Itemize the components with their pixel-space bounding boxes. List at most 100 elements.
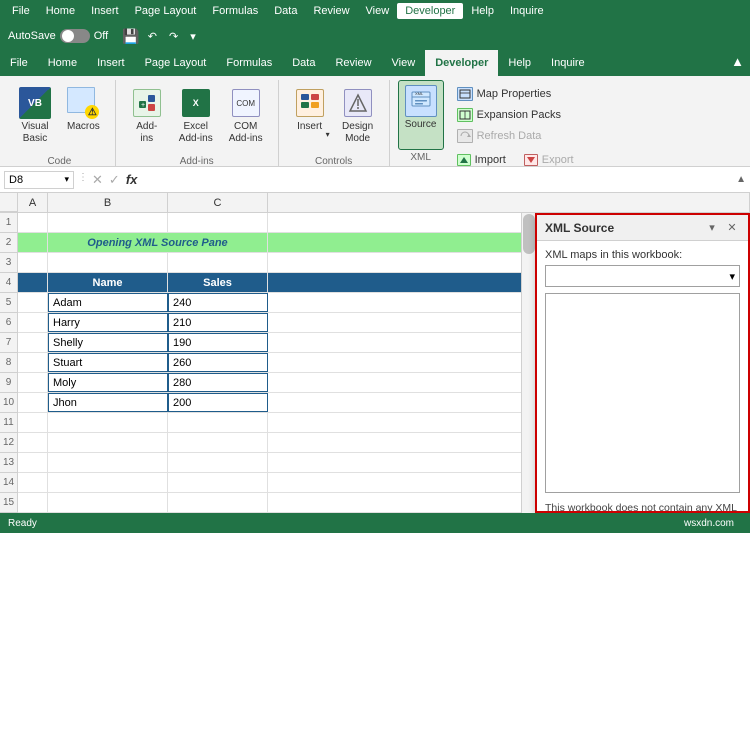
- customize-qat[interactable]: ▾: [186, 28, 200, 45]
- cell-b5[interactable]: Adam: [48, 293, 168, 312]
- design-mode-button[interactable]: DesignMode: [335, 82, 381, 154]
- cell-a9[interactable]: [18, 373, 48, 392]
- cell-c3[interactable]: [168, 253, 268, 272]
- menu-help[interactable]: Help: [463, 3, 502, 19]
- source-button[interactable]: XML Source: [398, 80, 444, 150]
- autosave-toggle[interactable]: AutoSave Off: [8, 29, 108, 43]
- cell-a1[interactable]: [18, 213, 48, 232]
- cell-b2[interactable]: Opening XML Source Pane: [48, 233, 268, 252]
- menu-data[interactable]: Data: [266, 3, 305, 19]
- cell-a8[interactable]: [18, 353, 48, 372]
- row-num-10[interactable]: 10: [0, 393, 17, 413]
- row-num-12[interactable]: 12: [0, 433, 17, 453]
- cell-b10[interactable]: Jhon: [48, 393, 168, 412]
- refresh-data-button[interactable]: Refresh Data: [450, 126, 581, 146]
- formula-input[interactable]: [145, 172, 732, 188]
- row-num-14[interactable]: 14: [0, 473, 17, 493]
- cell-a10[interactable]: [18, 393, 48, 412]
- menu-insert[interactable]: Insert: [83, 3, 127, 19]
- name-box[interactable]: D8 ▾: [4, 171, 74, 189]
- tab-formulas[interactable]: Formulas: [216, 50, 282, 76]
- row-num-15[interactable]: 15: [0, 493, 17, 513]
- redo-button[interactable]: ↷: [165, 28, 182, 45]
- ribbon-minimize[interactable]: ▲: [725, 50, 750, 76]
- cell-a3[interactable]: [18, 253, 48, 272]
- cell-c4[interactable]: Sales: [168, 273, 268, 292]
- formula-bar-expand[interactable]: ▲: [736, 174, 746, 185]
- cell-a5[interactable]: [18, 293, 48, 312]
- row-num-7[interactable]: 7: [0, 333, 17, 353]
- tab-home[interactable]: Home: [38, 50, 87, 76]
- tab-developer[interactable]: Developer: [425, 50, 498, 76]
- xml-panel-close[interactable]: ✕: [724, 220, 740, 236]
- tab-page-layout[interactable]: Page Layout: [135, 50, 217, 76]
- cell-c6[interactable]: 210: [168, 313, 268, 332]
- xml-maps-dropdown[interactable]: ▾: [545, 265, 740, 287]
- menu-file[interactable]: File: [4, 3, 38, 19]
- cell-b1[interactable]: [48, 213, 168, 232]
- tab-file[interactable]: File: [0, 50, 38, 76]
- import-button[interactable]: Import: [450, 149, 513, 171]
- col-header-a[interactable]: A: [18, 193, 48, 212]
- excel-add-ins-button[interactable]: X ExcelAdd-ins: [172, 82, 220, 154]
- menu-home[interactable]: Home: [38, 3, 83, 19]
- cell-b8[interactable]: Stuart: [48, 353, 168, 372]
- xml-panel-pin[interactable]: ▾: [704, 220, 720, 236]
- cell-a7[interactable]: [18, 333, 48, 352]
- row-num-3[interactable]: 3: [0, 253, 17, 273]
- row-num-2[interactable]: 2: [0, 233, 17, 253]
- cell-c1[interactable]: [168, 213, 268, 232]
- tab-inquire[interactable]: Inquire: [541, 50, 595, 76]
- cell-c7[interactable]: 190: [168, 333, 268, 352]
- cell-b3[interactable]: [48, 253, 168, 272]
- cell-b7[interactable]: Shelly: [48, 333, 168, 352]
- name-box-dropdown[interactable]: ▾: [64, 174, 69, 185]
- row-num-4[interactable]: 4: [0, 273, 17, 293]
- tab-review[interactable]: Review: [325, 50, 381, 76]
- menu-review[interactable]: Review: [305, 3, 357, 19]
- menu-view[interactable]: View: [358, 3, 398, 19]
- autosave-switch[interactable]: [60, 29, 90, 43]
- menu-page-layout[interactable]: Page Layout: [127, 3, 205, 19]
- menu-formulas[interactable]: Formulas: [204, 3, 266, 19]
- cell-b9[interactable]: Moly: [48, 373, 168, 392]
- row-num-6[interactable]: 6: [0, 313, 17, 333]
- tab-insert[interactable]: Insert: [87, 50, 135, 76]
- cell-b6[interactable]: Harry: [48, 313, 168, 332]
- cell-a6[interactable]: [18, 313, 48, 332]
- insert-button[interactable]: Insert ▾: [287, 82, 333, 154]
- map-properties-button[interactable]: Map Properties: [450, 84, 581, 104]
- cell-c5[interactable]: 240: [168, 293, 268, 312]
- col-header-c[interactable]: C: [168, 193, 268, 212]
- undo-button[interactable]: ↶: [144, 28, 161, 45]
- row-num-1[interactable]: 1: [0, 213, 17, 233]
- tab-data[interactable]: Data: [282, 50, 325, 76]
- macros-button[interactable]: ⚠ Macros: [60, 82, 107, 154]
- row-num-13[interactable]: 13: [0, 453, 17, 473]
- visual-basic-button[interactable]: VB VisualBasic: [12, 82, 58, 154]
- col-header-b[interactable]: B: [48, 193, 168, 212]
- row-num-8[interactable]: 8: [0, 353, 17, 373]
- row-num-11[interactable]: 11: [0, 413, 17, 433]
- cell-c9[interactable]: 280: [168, 373, 268, 392]
- export-button[interactable]: Export: [517, 149, 581, 171]
- confirm-formula-icon[interactable]: ✓: [109, 172, 120, 188]
- menu-developer[interactable]: Developer: [397, 3, 463, 19]
- row-num-5[interactable]: 5: [0, 293, 17, 313]
- cell-a4[interactable]: [18, 273, 48, 292]
- cell-c8[interactable]: 260: [168, 353, 268, 372]
- tab-help[interactable]: Help: [498, 50, 541, 76]
- insert-function-icon[interactable]: fx: [126, 172, 138, 188]
- cell-a2[interactable]: [18, 233, 48, 252]
- menu-inquire[interactable]: Inquire: [502, 3, 552, 19]
- vertical-scrollbar[interactable]: [521, 213, 535, 513]
- scroll-thumb[interactable]: [523, 214, 535, 254]
- cell-b4[interactable]: Name: [48, 273, 168, 292]
- com-add-ins-button[interactable]: COM COMAdd-ins: [222, 82, 270, 154]
- tab-view[interactable]: View: [382, 50, 426, 76]
- add-ins-button[interactable]: + Add-ins: [124, 82, 170, 154]
- cancel-formula-icon[interactable]: ✕: [92, 172, 103, 188]
- expansion-packs-button[interactable]: Expansion Packs: [450, 105, 581, 125]
- cell-c10[interactable]: 200: [168, 393, 268, 412]
- save-icon[interactable]: 💾: [122, 28, 139, 45]
